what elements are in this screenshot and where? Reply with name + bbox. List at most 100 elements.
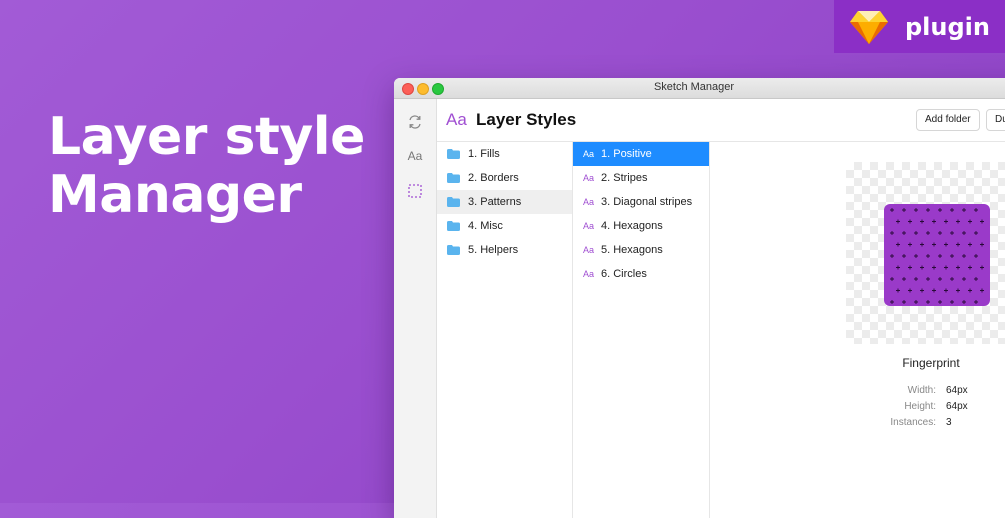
add-folder-button[interactable]: Add folder [916,109,980,131]
style-label: 4. Hexagons [601,220,663,232]
pattern-cross [938,277,942,281]
sketch-gem-icon [850,10,888,44]
pattern-cross [950,208,954,212]
pattern-cross [914,208,918,212]
pattern-cross [914,277,918,281]
style-label: 2. Stripes [601,172,648,184]
style-item[interactable]: Aa 5. Hexagons [573,238,709,262]
pattern-cross [902,208,906,212]
style-preview [846,162,1005,344]
pattern-cross [920,242,924,247]
sidebar: Aa [394,99,437,518]
pattern-cross [902,277,906,281]
style-name: Fingerprint [902,356,960,370]
text-style-icon: Aa [583,149,595,159]
pattern-cross [890,277,894,281]
style-item[interactable]: Aa 2. Stripes [573,166,709,190]
pattern-cross [902,300,906,304]
refresh-icon[interactable] [404,111,426,133]
text-styles-icon-label: Aa [407,149,423,163]
window-title: Sketch Manager [653,81,735,93]
pattern-cross [890,208,894,212]
pattern-cross [902,231,906,235]
pattern-cross [956,219,960,224]
height-label: Height: [904,401,936,412]
style-item[interactable]: Aa 6. Circles [573,262,709,286]
pattern-cross [926,277,930,281]
folder-label: 5. Helpers [468,244,519,256]
folder-label: 4. Misc [468,220,503,232]
pattern-cross [896,288,900,293]
pattern-cross [926,231,930,235]
text-style-icon: Aa [583,197,595,207]
pattern-cross [926,300,930,304]
pattern-cross [932,288,936,293]
folder-item[interactable]: 1. Fills [437,142,572,166]
pattern-cross [974,277,978,281]
folder-item-selected[interactable]: 3. Patterns [437,190,572,214]
pattern-cross [944,242,948,247]
pattern-cross [902,254,906,258]
height-value: 64px [946,401,968,412]
pattern-cross [956,242,960,247]
pattern-cross [950,300,954,304]
pattern-cross [962,277,966,281]
pattern-cross [962,231,966,235]
pattern-cross [980,219,984,224]
pattern-cross [932,242,936,247]
pattern-cross [950,277,954,281]
pattern-cross [938,300,942,304]
folder-item[interactable]: 5. Helpers [437,238,572,262]
pattern-cross [908,265,912,270]
pattern-cross [938,208,942,212]
duplicate-button[interactable]: Du [986,109,1005,131]
folder-label: 3. Patterns [468,196,522,208]
style-swatch [884,204,990,306]
layer-styles-icon[interactable] [404,180,426,202]
style-detail-panel: Fingerprint Width: 64px Height: 64px Ins… [710,142,1005,518]
pattern-cross [890,300,894,304]
style-item[interactable]: Aa 3. Diagonal stripes [573,190,709,214]
pattern-cross [890,231,894,235]
instances-value: 3 [946,417,952,428]
pattern-cross [980,288,984,293]
content-header: Aa Layer Styles Add folder Du [437,99,1005,142]
pattern-cross [896,219,900,224]
text-styles-icon[interactable]: Aa [404,145,426,167]
pattern-cross [932,265,936,270]
style-item[interactable]: Aa 4. Hexagons [573,214,709,238]
style-list: Aa 1. Positive Aa 2. Stripes Aa 3. Diago… [573,142,710,518]
style-label: 3. Diagonal stripes [601,196,693,208]
pattern-cross [926,254,930,258]
hero-title-line2: Manager [48,165,302,225]
hero-title-line1: Layer style [48,107,365,167]
pattern-cross [914,300,918,304]
pattern-cross [896,265,900,270]
plugin-badge: plugin [834,0,1005,53]
pattern-cross [896,242,900,247]
pattern-cross [968,219,972,224]
text-style-icon: Aa [583,269,595,279]
pattern-cross [944,265,948,270]
pattern-cross [938,231,942,235]
style-item-selected[interactable]: Aa 1. Positive [573,142,709,166]
folder-label: 1. Fills [468,148,500,160]
pattern-cross [968,288,972,293]
pattern-cross [962,208,966,212]
text-style-icon: Aa [583,245,595,255]
pattern-crosses [890,208,984,304]
folder-item[interactable]: 4. Misc [437,214,572,238]
folder-icon [447,173,460,183]
pattern-cross [914,231,918,235]
style-label: 6. Circles [601,268,647,280]
title-bar: Sketch Manager [394,78,1005,99]
pattern-cross [920,219,924,224]
pattern-cross [938,254,942,258]
pattern-cross [974,300,978,304]
instances-label: Instances: [890,417,936,428]
pattern-cross [974,254,978,258]
pattern-cross [974,208,978,212]
pattern-cross [968,265,972,270]
pattern-cross [908,288,912,293]
folder-item[interactable]: 2. Borders [437,166,572,190]
